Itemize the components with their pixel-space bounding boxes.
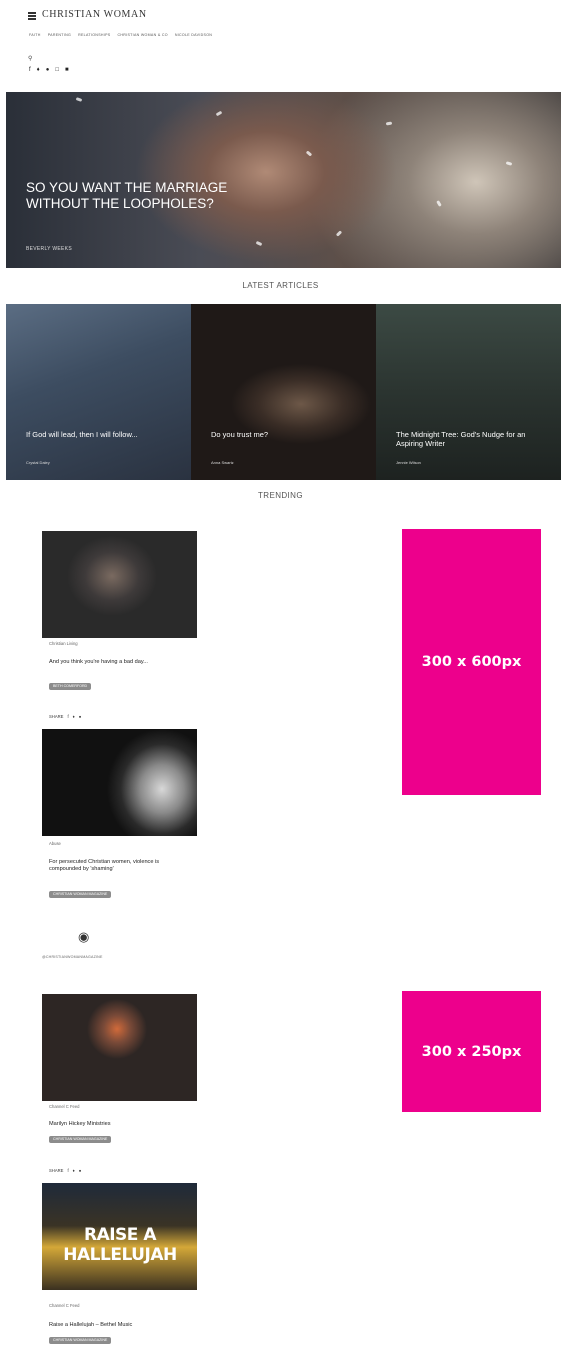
twitter-icon[interactable]: ♦ (73, 714, 75, 719)
share-label: SHARE (49, 714, 64, 719)
confetti-decoration (436, 200, 442, 207)
confetti-decoration (75, 97, 83, 102)
article-card-author[interactable]: Anna Swartz (211, 460, 234, 465)
nav-item-relationships[interactable]: RELATIONSHIPS (78, 33, 110, 37)
ad-placeholder-small[interactable]: 300 x 250px (402, 991, 541, 1112)
trending-item-title[interactable]: For persecuted Christian women, violence… (49, 859, 179, 872)
confetti-decoration (335, 230, 343, 237)
site-header: CHRISTIAN WOMAN FAITH PARENTING RELATION… (0, 0, 561, 88)
trending-item-title[interactable]: Marilyn Hickey Ministries (49, 1121, 179, 1128)
trending-item-author-tag[interactable]: CHRISTIAN WOMAN MAGAZINE (49, 1337, 112, 1344)
email-icon[interactable]: ■ (65, 67, 69, 73)
trending-item-title[interactable]: And you think you're having a bad day... (49, 659, 179, 666)
instagram-handle[interactable]: @CHRISTIANWOMANMAGAZINE (42, 955, 103, 959)
facebook-icon[interactable]: f (67, 1168, 68, 1173)
article-card[interactable]: The Midnight Tree: God's Nudge for an As… (376, 304, 561, 480)
pinterest-icon[interactable]: ● (79, 714, 82, 719)
facebook-icon[interactable]: f (29, 67, 31, 73)
trending-item-image[interactable] (42, 729, 197, 836)
article-card-author[interactable]: Jennie Wilson (396, 460, 421, 465)
pinterest-icon[interactable]: ● (46, 67, 50, 73)
pinterest-icon[interactable]: ● (79, 1168, 82, 1173)
nav-item-christian-woman-co[interactable]: CHRISTIAN WOMAN & CO (117, 33, 167, 37)
hero-feature[interactable]: SO YOU WANT THE MARRIAGE WITHOUT THE LOO… (6, 92, 561, 268)
article-card-author[interactable]: Crystal Daley (26, 460, 50, 465)
article-card[interactable]: If God will lead, then I will follow... … (6, 304, 191, 480)
instagram-icon[interactable]: ◉ (78, 929, 89, 945)
article-card[interactable]: Do you trust me? Anna Swartz (191, 304, 376, 480)
hero-title[interactable]: SO YOU WANT THE MARRIAGE WITHOUT THE LOO… (26, 180, 266, 212)
hero-author[interactable]: BEVERLY WEEKS (26, 246, 72, 252)
trending-item-author-tag[interactable]: CHRISTIAN WOMAN MAGAZINE (49, 1136, 112, 1143)
trending-heading: TRENDING (258, 491, 303, 500)
nav-item-nicole-davidson[interactable]: NICOLE DAVIDSON (175, 33, 212, 37)
trending-item-category[interactable]: Channel C Feed (49, 1303, 80, 1308)
main-nav: FAITH PARENTING RELATIONSHIPS CHRISTIAN … (29, 33, 212, 37)
trending-item-image[interactable] (42, 531, 197, 638)
share-label: SHARE (49, 1168, 64, 1173)
confetti-decoration (255, 240, 263, 247)
share-bar: SHARE f ♦ ● (49, 1168, 81, 1173)
search-icon[interactable]: ⚲ (28, 55, 32, 62)
article-card-title[interactable]: The Midnight Tree: God's Nudge for an As… (396, 430, 546, 448)
confetti-decoration (505, 161, 513, 166)
video-thumbnail-text: RAISE A HALLELUJAH (63, 1225, 177, 1265)
trending-item-author-tag[interactable]: CHRISTIAN WOMAN MAGAZINE (49, 891, 112, 898)
site-logo[interactable]: CHRISTIAN WOMAN (42, 9, 147, 20)
latest-articles-heading: LATEST ARTICLES (242, 281, 319, 290)
social-links: f ♦ ● □ ■ (29, 67, 69, 73)
trending-item-category[interactable]: Channel C Feed (49, 1104, 80, 1109)
instagram-icon[interactable]: □ (55, 67, 59, 73)
trending-item-image[interactable]: RAISE A HALLELUJAH (42, 1183, 197, 1290)
twitter-icon[interactable]: ♦ (37, 67, 40, 73)
confetti-decoration (385, 121, 393, 126)
article-card-title[interactable]: If God will lead, then I will follow... (26, 430, 176, 439)
twitter-icon[interactable]: ♦ (73, 1168, 75, 1173)
confetti-decoration (215, 110, 223, 117)
trending-item-image[interactable] (42, 994, 197, 1101)
trending-item-title[interactable]: Raise a Hallelujah – Bethel Music (49, 1322, 179, 1329)
trending-item-author-tag[interactable]: BETH COMERFORD (49, 683, 92, 690)
trending-item-category[interactable]: Abuse (49, 841, 61, 846)
article-card-title[interactable]: Do you trust me? (211, 430, 361, 439)
trending-item-category[interactable]: Christian Living (49, 641, 78, 646)
nav-item-faith[interactable]: FAITH (29, 33, 41, 37)
facebook-icon[interactable]: f (67, 714, 68, 719)
hamburger-menu-icon[interactable] (28, 12, 36, 20)
confetti-decoration (305, 150, 313, 157)
nav-item-parenting[interactable]: PARENTING (48, 33, 71, 37)
ad-placeholder-large[interactable]: 300 x 600px (402, 529, 541, 795)
share-bar: SHARE f ♦ ● (49, 714, 81, 719)
latest-articles-row: If God will lead, then I will follow... … (6, 304, 561, 480)
